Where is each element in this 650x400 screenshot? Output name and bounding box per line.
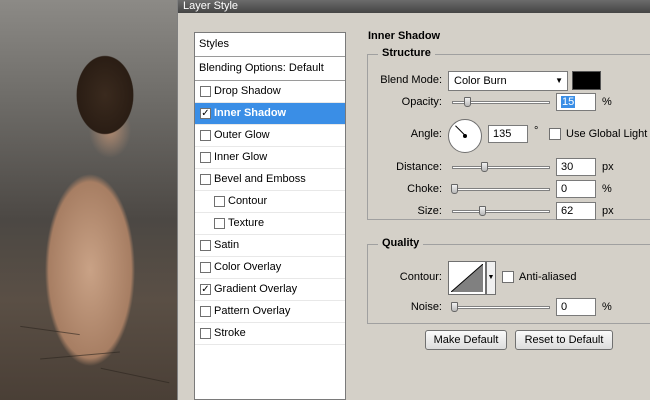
style-item-label: Contour [228, 195, 268, 207]
contour-dropdown[interactable]: ▼ [486, 261, 496, 295]
styles-header[interactable]: Styles [195, 33, 345, 57]
style-checkbox[interactable] [200, 174, 211, 185]
blend-mode-value: Color Burn [454, 75, 507, 87]
style-item-gradient-overlay[interactable]: ✓ Gradient Overlay [195, 279, 345, 301]
structure-group: Structure Blend Mode: Color Burn ▼ Opaci… [367, 47, 650, 220]
anti-aliased-label: Anti-aliased [519, 271, 577, 283]
size-unit: px [602, 205, 614, 217]
choke-slider-thumb[interactable] [451, 184, 458, 194]
angle-label: Angle: [410, 128, 442, 140]
window-title: Layer Style [178, 0, 650, 13]
style-checkbox[interactable] [200, 306, 211, 317]
style-item-label: Pattern Overlay [214, 305, 291, 317]
chevron-down-icon: ▼ [487, 274, 495, 281]
blending-options-item[interactable]: Blending Options: Default [195, 57, 345, 81]
structure-title: Structure [378, 47, 435, 59]
blend-mode-label: Blend Mode: [380, 74, 442, 86]
style-checkbox[interactable]: ✓ [200, 284, 211, 295]
angle-unit: ° [534, 125, 539, 137]
style-checkbox[interactable] [200, 328, 211, 339]
blend-mode-select[interactable]: Color Burn ▼ [448, 71, 568, 91]
style-item-label: Stroke [214, 327, 246, 339]
style-item-stroke[interactable]: Stroke [195, 323, 345, 345]
style-item-label: Color Overlay [214, 261, 282, 273]
style-item-label: Inner Shadow [214, 107, 287, 119]
style-item-label: Satin [214, 239, 240, 251]
style-item-color-overlay[interactable]: Color Overlay [195, 257, 345, 279]
opacity-input[interactable]: 15 [556, 93, 596, 111]
style-checkbox[interactable]: ✓ [200, 108, 211, 119]
style-item-label: Inner Glow [214, 151, 268, 163]
distance-slider[interactable] [452, 162, 550, 172]
distance-unit: px [602, 161, 614, 173]
use-global-light-label: Use Global Light [566, 128, 648, 140]
use-global-light-checkbox[interactable] [549, 128, 561, 140]
noise-label: Noise: [410, 301, 442, 313]
noise-unit: % [602, 301, 612, 313]
linear-contour-icon [451, 264, 483, 292]
styles-list: Styles Blending Options: Default Drop Sh… [194, 32, 346, 400]
style-checkbox[interactable] [214, 218, 225, 229]
style-item-label: Gradient Overlay [214, 283, 298, 295]
style-item-outer-glow[interactable]: Outer Glow [195, 125, 345, 147]
background-photo [0, 0, 185, 400]
style-item-label: Bevel and Emboss [214, 173, 306, 185]
style-checkbox[interactable] [214, 196, 225, 207]
reset-to-default-button[interactable]: Reset to Default [515, 330, 613, 350]
opacity-label: Opacity: [401, 96, 442, 108]
choke-unit: % [602, 183, 612, 195]
anti-aliased-checkbox[interactable] [502, 271, 514, 283]
style-checkbox[interactable] [200, 86, 211, 97]
shadow-color-swatch[interactable] [572, 71, 601, 90]
size-slider-thumb[interactable] [479, 206, 486, 216]
quality-title: Quality [378, 237, 424, 249]
style-checkbox[interactable] [200, 262, 211, 273]
chevron-down-icon: ▼ [555, 76, 563, 85]
layer-style-dialog: Layer Style Styles Blending Options: Def… [177, 0, 650, 400]
opacity-unit: % [602, 96, 612, 108]
style-checkbox[interactable] [200, 152, 211, 163]
make-default-button[interactable]: Make Default [425, 330, 507, 350]
distance-slider-thumb[interactable] [481, 162, 488, 172]
style-item-bevel-and-emboss[interactable]: Bevel and Emboss [195, 169, 345, 191]
angle-dial[interactable] [448, 119, 482, 153]
opacity-value: 15 [561, 96, 576, 108]
style-item-contour[interactable]: Contour [195, 191, 345, 213]
size-input[interactable]: 62 [556, 202, 596, 220]
style-checkbox[interactable] [200, 130, 211, 141]
distance-input[interactable]: 30 [556, 158, 596, 176]
style-item-drop-shadow[interactable]: Drop Shadow [195, 81, 345, 103]
contour-label: Contour: [399, 271, 442, 283]
style-item-label: Drop Shadow [214, 85, 281, 97]
style-item-label: Texture [228, 217, 265, 229]
noise-input[interactable]: 0 [556, 298, 596, 316]
style-item-pattern-overlay[interactable]: Pattern Overlay [195, 301, 345, 323]
choke-slider[interactable] [451, 184, 550, 194]
opacity-slider-thumb[interactable] [464, 97, 471, 107]
contour-picker[interactable] [448, 261, 486, 295]
noise-slider[interactable] [451, 302, 550, 312]
noise-slider-thumb[interactable] [451, 302, 458, 312]
style-item-inner-shadow[interactable]: ✓ Inner Shadow [195, 103, 345, 125]
size-slider[interactable] [452, 206, 550, 216]
style-checkbox[interactable] [200, 240, 211, 251]
opacity-slider[interactable] [452, 97, 550, 107]
style-item-texture[interactable]: Texture [195, 213, 345, 235]
size-label: Size: [417, 205, 442, 217]
style-item-label: Outer Glow [214, 129, 270, 141]
quality-group: Quality Contour: ▼ Anti-aliased Noise: 0… [367, 237, 650, 324]
angle-input[interactable]: 135 [488, 125, 528, 143]
style-item-inner-glow[interactable]: Inner Glow [195, 147, 345, 169]
distance-label: Distance: [396, 161, 442, 173]
style-item-satin[interactable]: Satin [195, 235, 345, 257]
choke-label: Choke: [407, 183, 442, 195]
choke-input[interactable]: 0 [556, 180, 596, 198]
panel-title: Inner Shadow [368, 30, 441, 42]
